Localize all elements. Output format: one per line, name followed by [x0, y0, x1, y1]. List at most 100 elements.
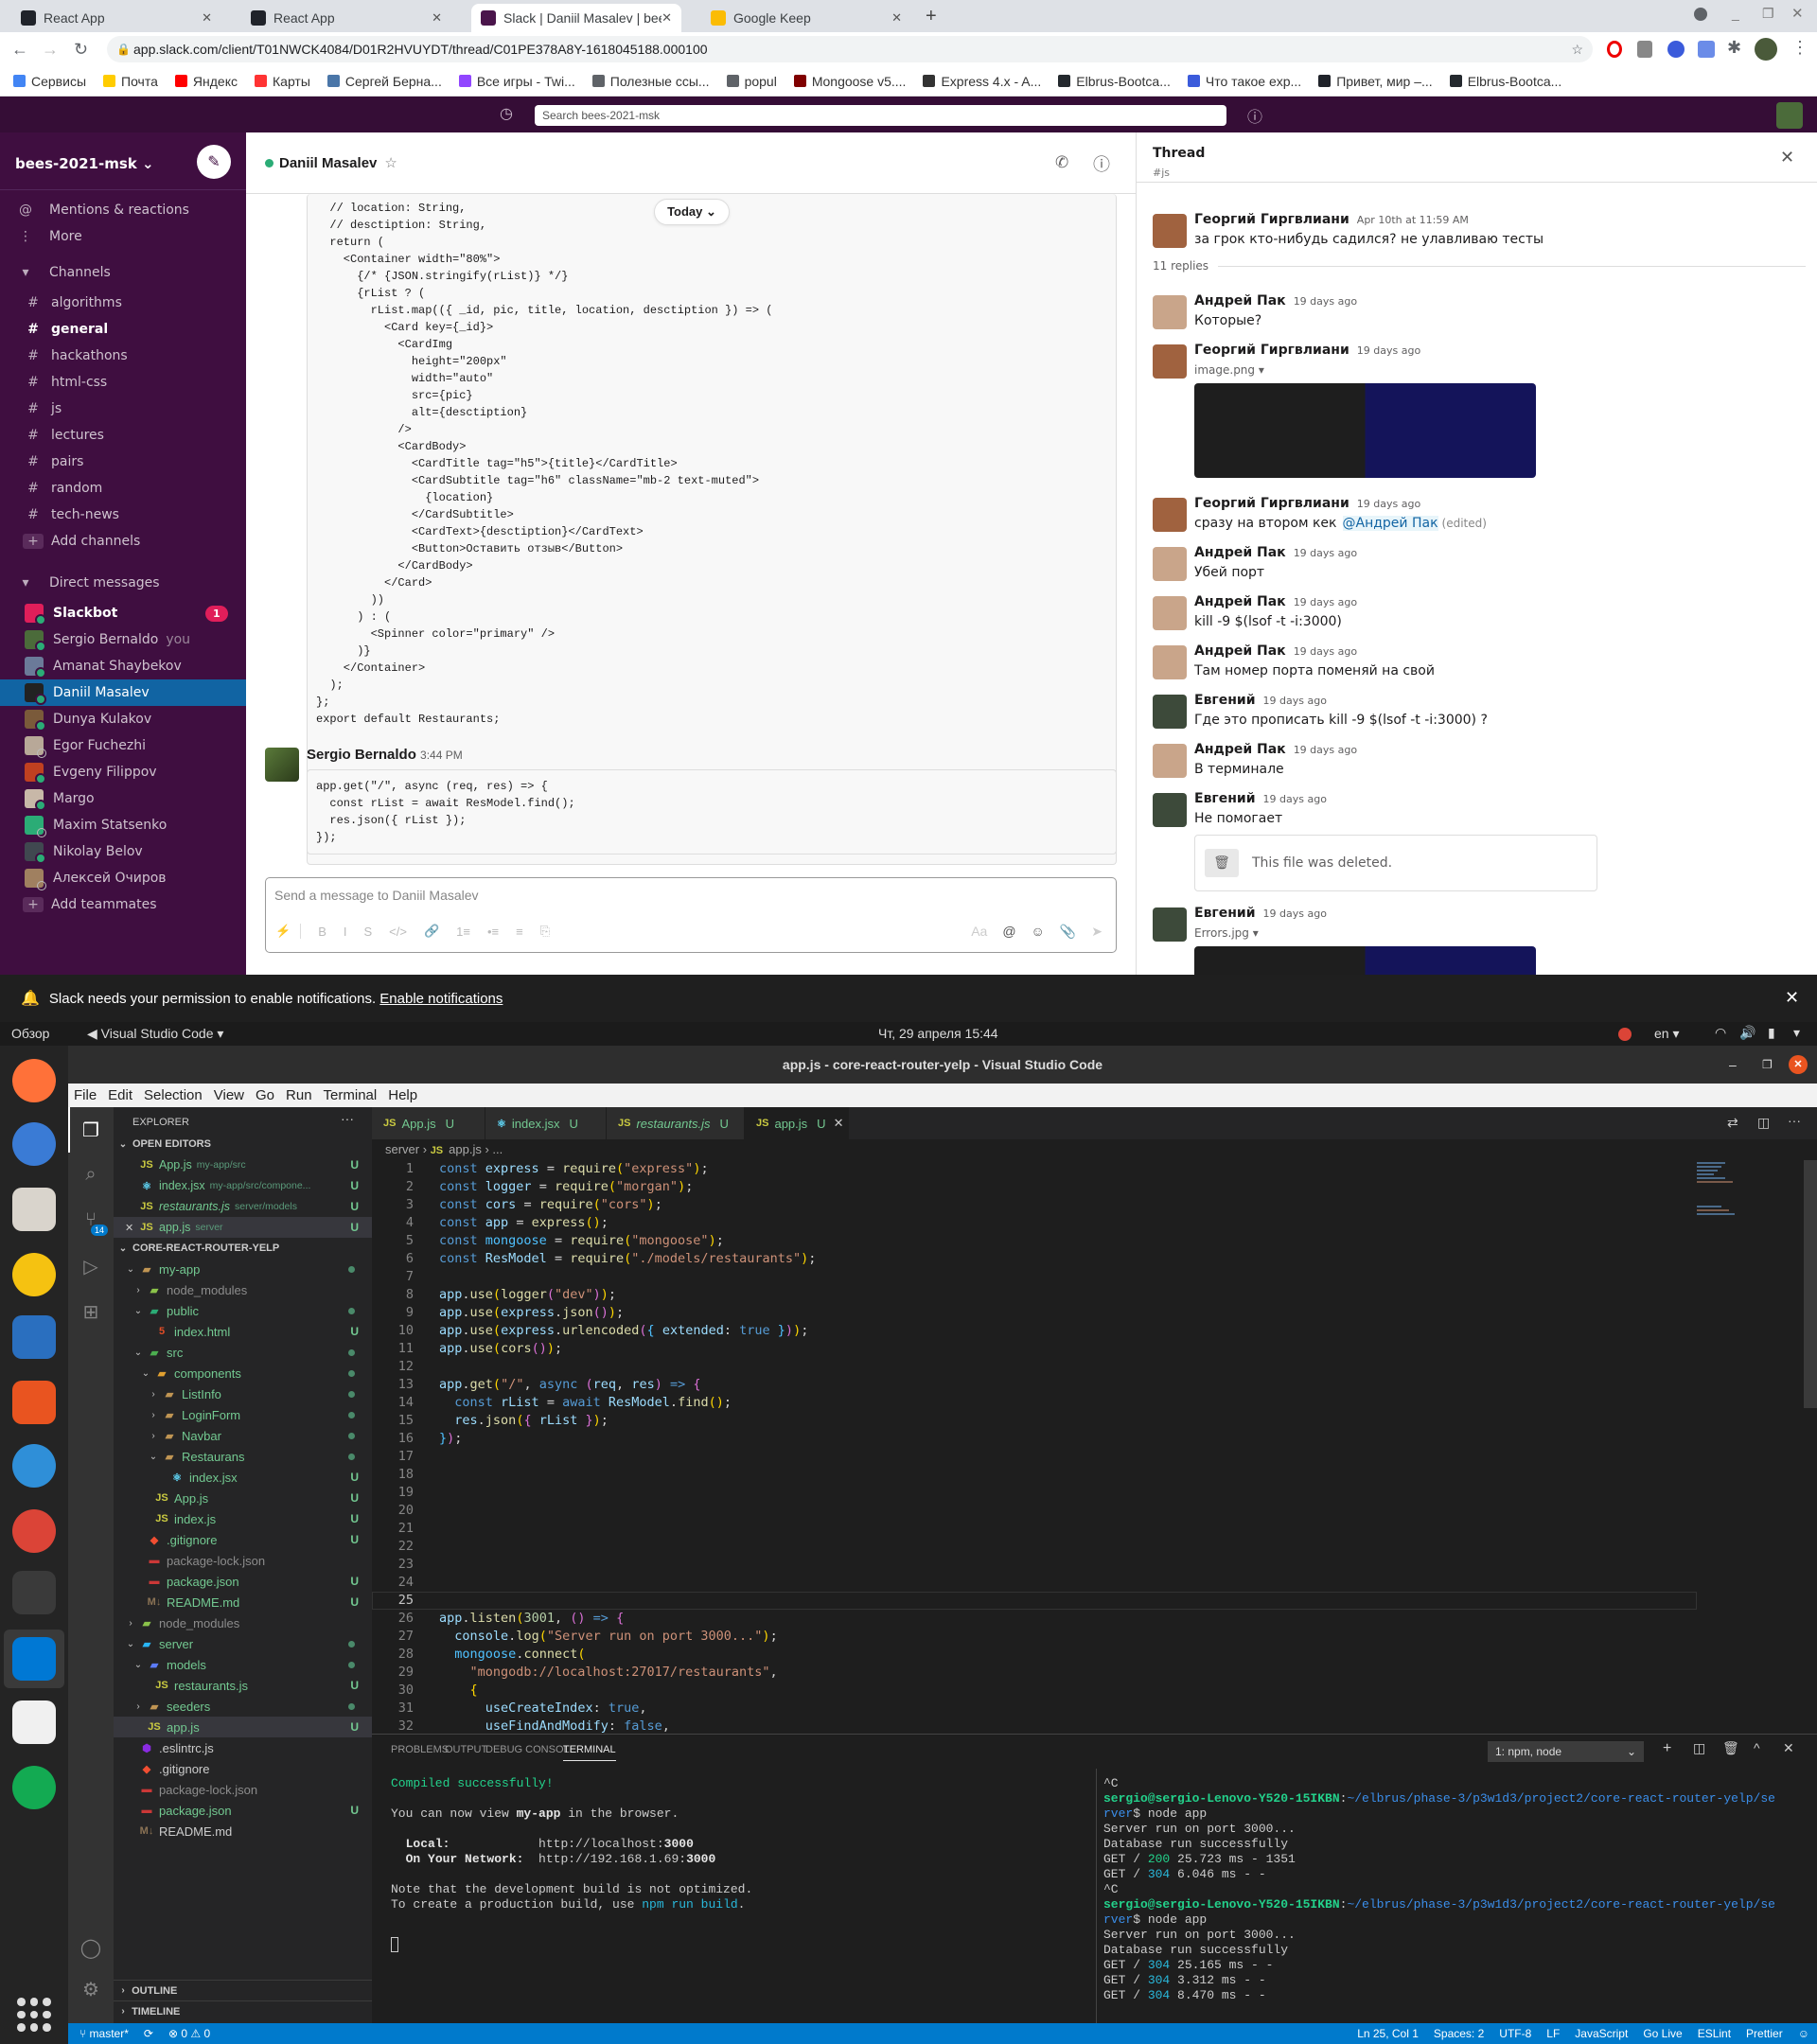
- thunderbird-icon[interactable]: [12, 1122, 56, 1166]
- bookmark-item[interactable]: Полезные ссы...: [591, 74, 710, 89]
- status-item[interactable]: Prettier: [1746, 2027, 1783, 2040]
- panel-tab[interactable]: TERMINAL: [563, 1744, 616, 1761]
- status-item[interactable]: Spaces: 2: [1434, 2027, 1484, 2040]
- thread-channel[interactable]: #js: [1153, 167, 1170, 179]
- git-branch[interactable]: ⑂ master*: [79, 2027, 129, 2040]
- explorer-tree-item[interactable]: ⌄ ▰ public: [114, 1300, 372, 1321]
- sidebar-channel[interactable]: # pairs: [0, 449, 246, 475]
- run-debug-icon[interactable]: ▷: [79, 1255, 102, 1278]
- open-editor-item[interactable]: JS restaurants.js server/models U: [114, 1196, 372, 1217]
- explorer-tree-item[interactable]: 5 index.html U: [114, 1321, 372, 1342]
- user-mention[interactable]: @Андрей Пак: [1342, 516, 1438, 531]
- explorer-tree-item[interactable]: › ▰ LoginForm: [114, 1404, 372, 1425]
- status-item[interactable]: LF: [1546, 2027, 1560, 2040]
- battery-icon[interactable]: ▮: [1768, 1025, 1775, 1041]
- more-actions-icon[interactable]: ···: [1788, 1113, 1801, 1128]
- activities-button[interactable]: Обзор: [11, 1026, 49, 1041]
- panel-tab[interactable]: OUTPUT: [445, 1744, 487, 1755]
- explorer-icon[interactable]: ❐: [79, 1119, 102, 1141]
- explorer-tree-item[interactable]: M↓ README.md U: [114, 1592, 372, 1612]
- avatar[interactable]: [1153, 547, 1187, 581]
- explorer-tree-item[interactable]: ⬢ .eslintrc.js: [114, 1737, 372, 1758]
- show-applications-icon[interactable]: [17, 1998, 51, 2032]
- explorer-tree-item[interactable]: ⌄ ▰ components: [114, 1363, 372, 1383]
- files-icon[interactable]: [12, 1188, 56, 1231]
- menu-item[interactable]: Help: [388, 1087, 417, 1103]
- bookmark-item[interactable]: Express 4.x - A...: [923, 74, 1041, 89]
- split-terminal-icon[interactable]: ◫: [1693, 1740, 1705, 1756]
- forward-icon[interactable]: →: [42, 40, 59, 60]
- bookmark-star-icon[interactable]: ☆: [1571, 36, 1583, 62]
- avatar[interactable]: [1153, 695, 1187, 729]
- timeline-section[interactable]: › TIMELINE: [114, 2000, 372, 2021]
- open-changes-icon[interactable]: ⇄: [1727, 1115, 1738, 1131]
- editor-tab[interactable]: JS restaurants.js U: [607, 1107, 745, 1139]
- format-tool-button[interactable]: S: [363, 925, 372, 939]
- bookmark-item[interactable]: Сергей Берна...: [326, 74, 442, 89]
- date-divider-today[interactable]: Today ⌄: [654, 199, 730, 225]
- restore-icon[interactable]: ❐: [1762, 1046, 1773, 1084]
- url-input[interactable]: 🔒 app.slack.com/client/T01NWCK4084/D01R2…: [107, 36, 1593, 62]
- avatar[interactable]: [1153, 793, 1187, 827]
- message-composer[interactable]: Send a message to Daniil Masalev ⚡ B I S </>…: [265, 877, 1117, 953]
- close-panel-icon[interactable]: ✕: [1783, 1740, 1794, 1756]
- sidebar-channel[interactable]: # html-css: [0, 369, 246, 396]
- app-menu[interactable]: ◀ Visual Studio Code ▾: [87, 1026, 223, 1042]
- volume-icon[interactable]: 🔊: [1739, 1025, 1755, 1041]
- file-name[interactable]: Errors.jpg ▾: [1194, 926, 1259, 940]
- code-editor[interactable]: 1 const express = require("express"); 2 con…: [372, 1160, 1697, 1734]
- sidebar-dm[interactable]: Dunya Kulakov: [0, 706, 246, 732]
- avatar[interactable]: [1153, 596, 1187, 630]
- explorer-tree-item[interactable]: ⌄ ▰ models: [114, 1654, 372, 1675]
- chrome-indicator-icon[interactable]: [1618, 1028, 1632, 1041]
- sidebar-channel[interactable]: # hackathons: [0, 343, 246, 369]
- sidebar-mentions[interactable]: @ Mentions & reactions: [0, 197, 246, 223]
- sidebar-channel[interactable]: # tech-news: [0, 502, 246, 528]
- profile-avatar[interactable]: [1755, 38, 1777, 61]
- format-tool-button[interactable]: •≡: [487, 925, 499, 939]
- composer-action-button[interactable]: ➤: [1091, 924, 1103, 940]
- author-name[interactable]: Евгений 19 days ago: [1194, 906, 1327, 921]
- terminal-right[interactable]: ^C sergio@sergio-Lenovo-Y520-15IKBN:~/elb…: [1103, 1776, 1775, 2003]
- tab-close-icon[interactable]: ✕: [662, 10, 672, 26]
- explorer-tree-item[interactable]: ⌄ ▰ Restaurans: [114, 1446, 372, 1467]
- explorer-tree-item[interactable]: › ▰ node_modules: [114, 1279, 372, 1300]
- shortcuts-lightning-icon[interactable]: ⚡: [275, 924, 302, 939]
- terminal-select[interactable]: 1: npm, node ⌄: [1488, 1741, 1644, 1762]
- call-icon[interactable]: ✆: [1055, 153, 1068, 172]
- star-icon[interactable]: ☆: [384, 154, 397, 171]
- menu-item[interactable]: Edit: [108, 1087, 132, 1103]
- explorer-tree-item[interactable]: ▬ package-lock.json: [114, 1550, 372, 1571]
- author-name[interactable]: Андрей Пак 19 days ago: [1194, 545, 1357, 560]
- sidebar-dm[interactable]: Nikolay Belov: [0, 838, 246, 865]
- avatar[interactable]: [1153, 744, 1187, 778]
- open-editor-item[interactable]: JS App.js my-app/src U: [114, 1154, 372, 1175]
- close-tab-icon[interactable]: ✕: [834, 1116, 844, 1131]
- explorer-tree-item[interactable]: ◆ .gitignore: [114, 1758, 372, 1779]
- sidebar-channel[interactable]: # random: [0, 475, 246, 502]
- status-item[interactable]: Ln 25, Col 1: [1357, 2027, 1419, 2040]
- explorer-tree-item[interactable]: ▬ package.json U: [114, 1571, 372, 1592]
- sidebar-dm[interactable]: Amanat Shaybekov: [0, 653, 246, 679]
- format-tool-button[interactable]: ⎘: [540, 924, 550, 939]
- explorer-tree-item[interactable]: JS app.js U: [114, 1717, 372, 1737]
- accounts-icon[interactable]: ◯: [79, 1936, 102, 1959]
- search-icon[interactable]: ⌕: [79, 1164, 102, 1187]
- slack-search-input[interactable]: Search bees-2021-msk: [535, 105, 1226, 126]
- author-name[interactable]: Георгий Гиргвлиани Apr 10th at 11:59 AM: [1194, 212, 1469, 227]
- browser-tab[interactable]: React App ✕: [11, 4, 221, 32]
- tab-search-icon[interactable]: [1694, 8, 1707, 21]
- explorer-tree-item[interactable]: › ▰ Navbar: [114, 1425, 372, 1446]
- status-item[interactable]: UTF-8: [1499, 2027, 1531, 2040]
- writer-icon[interactable]: [12, 1315, 56, 1359]
- extension-icon[interactable]: [1637, 41, 1652, 58]
- format-tool-button[interactable]: ≡: [516, 925, 523, 939]
- workspace-menu[interactable]: bees-2021-msk ⌄: [15, 155, 154, 172]
- panel-tab[interactable]: PROBLEMS: [391, 1744, 449, 1755]
- compose-button[interactable]: ✎: [197, 145, 231, 179]
- avatar[interactable]: [1153, 907, 1187, 942]
- help-icon[interactable]: ⓘ: [1247, 104, 1262, 127]
- sidebar-channel[interactable]: # lectures: [0, 422, 246, 449]
- browser-tab[interactable]: React App ✕: [241, 4, 451, 32]
- project-section[interactable]: ⌄ CORE-REACT-ROUTER-YELP: [114, 1238, 372, 1259]
